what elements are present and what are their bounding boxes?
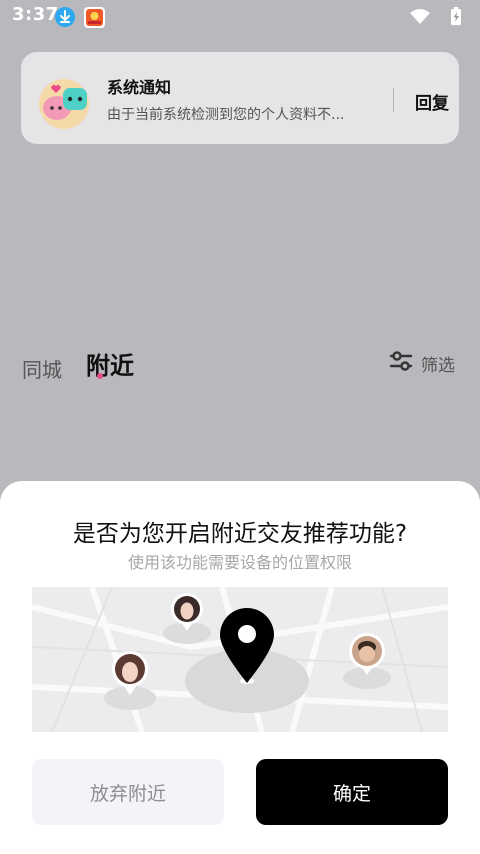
sliders-icon: [389, 349, 413, 377]
active-tab-indicator: [97, 373, 103, 379]
app-notification-icon: [84, 7, 105, 28]
notification-title: 系统通知: [107, 78, 172, 97]
give-up-nearby-button[interactable]: 放弃附近: [32, 759, 224, 825]
status-right-icons: [408, 6, 468, 26]
status-bar: 3:37: [0, 0, 480, 32]
battery-charging-icon: [451, 7, 461, 25]
tab-nearby[interactable]: 附近: [86, 346, 134, 381]
confirm-button[interactable]: 确定: [256, 759, 448, 825]
download-icon: [55, 7, 75, 27]
tab-same-city[interactable]: 同城: [22, 354, 62, 383]
location-permission-dialog: 是否为您开启附近交友推荐功能? 使用该功能需要设备的位置权限 放弃附近 确定: [0, 481, 480, 854]
dialog-title: 是否为您开启附近交友推荐功能?: [72, 521, 408, 547]
reply-button[interactable]: 回复: [415, 89, 449, 114]
filter-button[interactable]: 筛选: [389, 349, 455, 377]
wifi-icon: [410, 9, 430, 24]
notification-body: 由于当前系统检测到您的个人资料不...: [107, 107, 345, 123]
dialog-subtitle: 使用该功能需要设备的位置权限: [127, 553, 352, 572]
notification-banner[interactable]: 系统通知 由于当前系统检测到您的个人资料不... 回复: [21, 52, 459, 144]
notification-divider: [393, 88, 394, 112]
status-time: 3:37: [12, 4, 59, 25]
pig-mascot-icon: [37, 74, 97, 130]
map-illustration: [32, 587, 448, 732]
filter-label: 筛选: [421, 355, 455, 376]
